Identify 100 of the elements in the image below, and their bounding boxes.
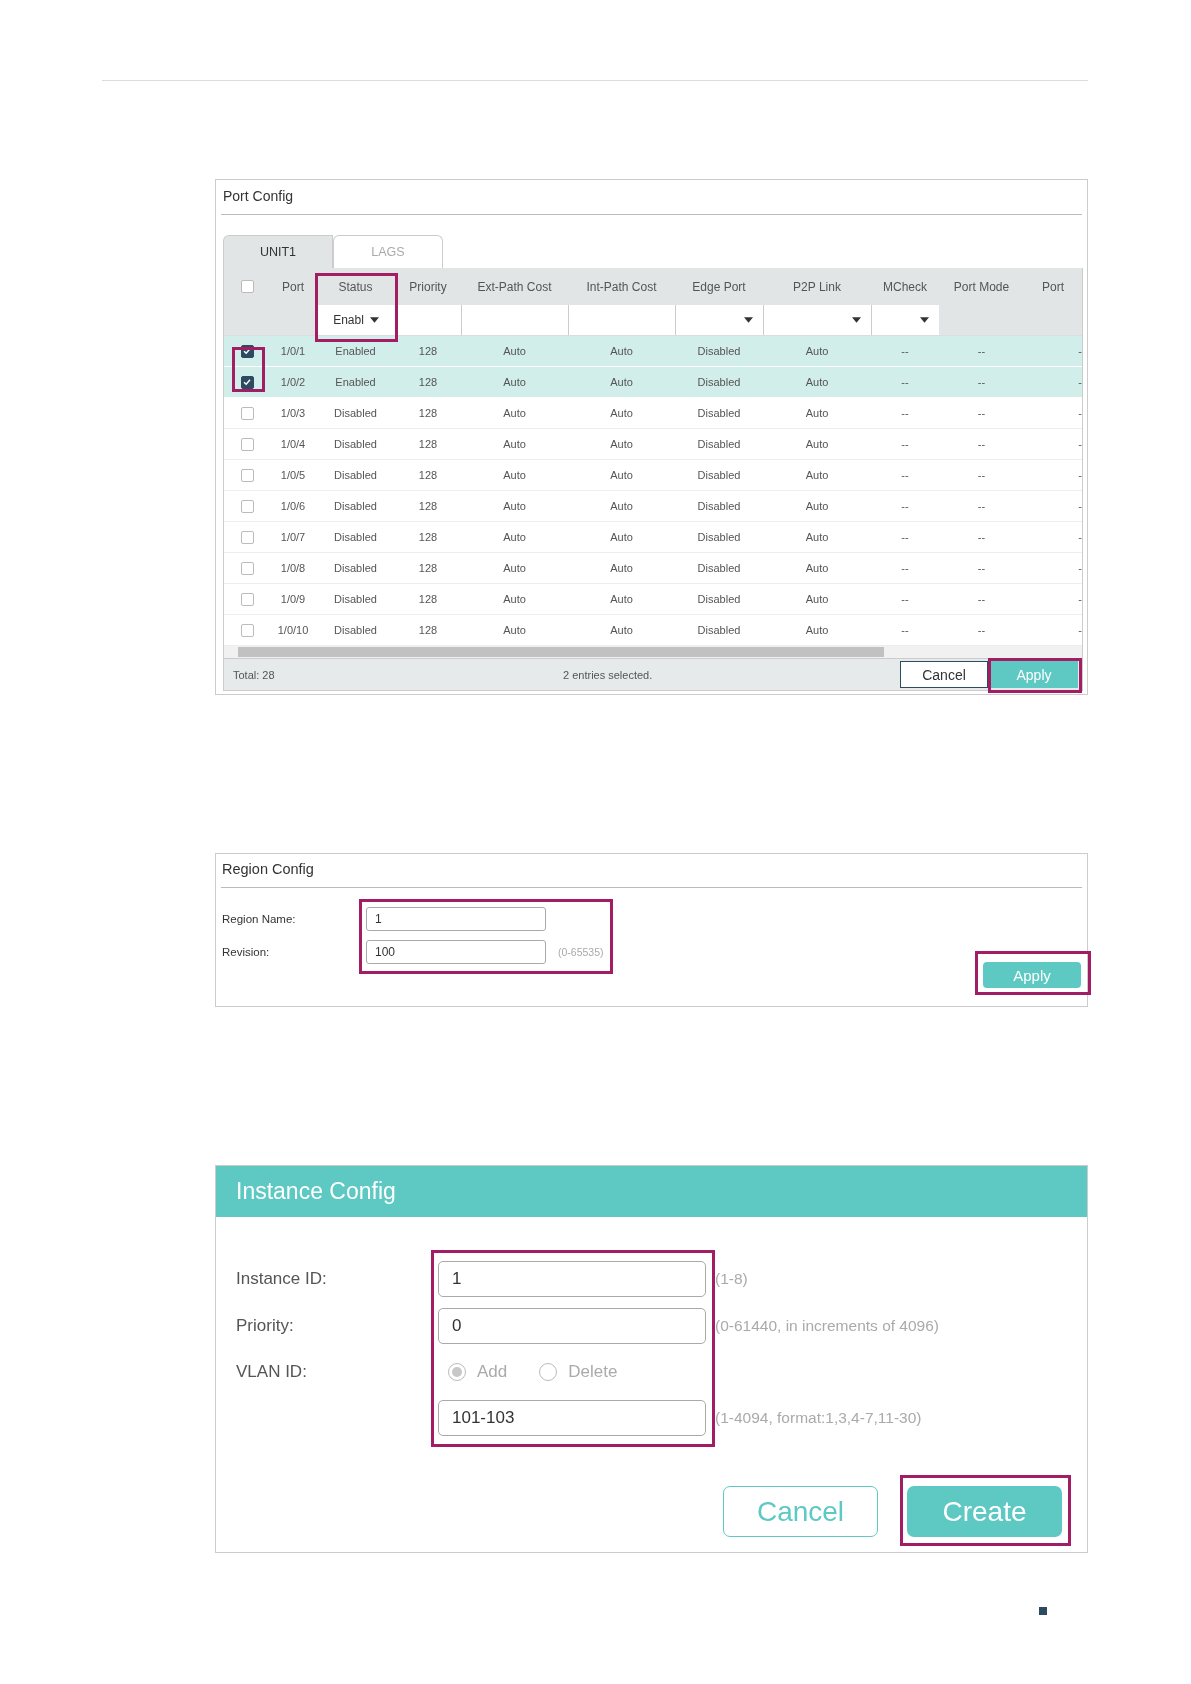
table-cell: 128 bbox=[418, 500, 438, 512]
range-hint: (0-65535) bbox=[558, 946, 604, 958]
table-cell: -- bbox=[977, 438, 986, 450]
tab[interactable]: UNIT1 bbox=[223, 235, 333, 268]
table-cell: Disabled bbox=[334, 469, 377, 481]
table-cell: Auto bbox=[805, 624, 829, 636]
column-header: Port Mode bbox=[952, 278, 1011, 296]
table-cell: Auto bbox=[610, 469, 633, 481]
table-cell: Auto bbox=[503, 531, 526, 543]
table-cell: Auto bbox=[503, 469, 526, 481]
table-cell: 1/0/2 bbox=[280, 376, 306, 388]
table-cell: Auto bbox=[610, 593, 633, 605]
table-cell: -- bbox=[901, 345, 909, 357]
table-cell: Disabled bbox=[334, 438, 377, 450]
column-header: Edge Port bbox=[691, 278, 747, 296]
table-cell: -- bbox=[977, 624, 986, 636]
total-count: Total: 28 bbox=[232, 668, 276, 681]
table-cell: 1/0/4 bbox=[280, 438, 306, 450]
table-cell: Enabled bbox=[335, 376, 376, 388]
table-cell: 1/0/9 bbox=[280, 593, 306, 605]
column-header: Status bbox=[337, 278, 374, 296]
table-cell: 128 bbox=[418, 624, 438, 636]
column-header: P2P Link bbox=[792, 278, 842, 296]
table-cell: - bbox=[1078, 624, 1082, 636]
table-cell: -- bbox=[977, 593, 986, 605]
table-cell: Auto bbox=[503, 438, 526, 450]
table-cell: 128 bbox=[418, 593, 438, 605]
table-cell: Disabled bbox=[697, 407, 741, 419]
table-cell: Disabled bbox=[697, 469, 741, 481]
table-cell: Auto bbox=[805, 376, 829, 388]
table-cell: Disabled bbox=[697, 531, 741, 543]
table-cell: Auto bbox=[503, 345, 526, 357]
column-header: Priority bbox=[408, 278, 448, 296]
selected-row[interactable]: 1/0/1 Enabled 128 Auto Auto Disabled Auto -- -- - bbox=[224, 336, 1082, 367]
table-cell: 128 bbox=[418, 562, 438, 574]
table-cell: Auto bbox=[503, 407, 526, 419]
table-cell: Disabled bbox=[334, 407, 377, 419]
table-cell: Auto bbox=[503, 500, 526, 512]
table-cell: Auto bbox=[610, 531, 633, 543]
table-cell: Auto bbox=[805, 438, 829, 450]
range-hint: (1-8) bbox=[715, 1270, 748, 1288]
table-cell: Auto bbox=[610, 345, 633, 357]
cancel-button[interactable]: Cancel bbox=[900, 661, 988, 688]
input-field[interactable]: 100 bbox=[366, 940, 546, 964]
radio-label: Add bbox=[477, 1362, 508, 1382]
table-cell: 1/0/7 bbox=[280, 531, 306, 543]
table-cell: Auto bbox=[503, 593, 526, 605]
selected-row[interactable]: 1/0/2 Enabled 128 Auto Auto Disabled Auto -- -- - bbox=[224, 367, 1082, 398]
table-cell: 128 bbox=[418, 407, 438, 419]
table-cell: Disabled bbox=[697, 593, 741, 605]
table-cell: Disabled bbox=[334, 531, 377, 543]
panel-title: Region Config bbox=[221, 854, 1082, 888]
filter-dropdown[interactable]: Enabl bbox=[316, 305, 395, 335]
table-cell: Auto bbox=[610, 624, 633, 636]
table-cell: - bbox=[1078, 562, 1082, 574]
table-cell: 1/0/8 bbox=[280, 562, 306, 574]
table-cell: -- bbox=[977, 345, 986, 357]
input-field[interactable]: 1 bbox=[366, 907, 546, 931]
input-field[interactable]: 0 bbox=[438, 1308, 706, 1344]
table-cell: Disabled bbox=[697, 376, 741, 388]
field-label: Priority: bbox=[235, 1316, 295, 1336]
table-cell: Auto bbox=[610, 407, 633, 419]
selection-note: 2 entries selected. bbox=[563, 668, 653, 681]
table-cell: 128 bbox=[418, 531, 438, 543]
field-label: VLAN ID: bbox=[235, 1362, 308, 1382]
table-cell: -- bbox=[977, 562, 986, 574]
table-cell: Auto bbox=[503, 376, 526, 388]
table-cell: - bbox=[1078, 407, 1082, 419]
table-cell: -- bbox=[977, 407, 986, 419]
table-cell: - bbox=[1078, 593, 1082, 605]
radio-label: Delete bbox=[568, 1362, 618, 1382]
table-cell: 128 bbox=[418, 376, 438, 388]
table-cell: 1/0/5 bbox=[280, 469, 306, 481]
table-cell: -- bbox=[977, 469, 986, 481]
input-field[interactable]: 101-103 bbox=[438, 1400, 706, 1436]
table-cell: 128 bbox=[418, 469, 438, 481]
table-cell: -- bbox=[977, 531, 986, 543]
panel-title: Instance Config bbox=[236, 1178, 396, 1205]
table-cell: - bbox=[1078, 500, 1082, 512]
table-cell: 1/0/3 bbox=[280, 407, 306, 419]
range-hint: (0-61440, in increments of 4096) bbox=[715, 1317, 940, 1335]
table-cell: -- bbox=[901, 562, 909, 574]
table-cell: Auto bbox=[503, 624, 526, 636]
table-cell: - bbox=[1078, 531, 1082, 543]
column-header: MCheck bbox=[882, 278, 928, 296]
field-label: Region Name: bbox=[221, 913, 297, 925]
table-cell: 1/0/6 bbox=[280, 500, 306, 512]
table-cell: Auto bbox=[610, 376, 633, 388]
table-cell: Disabled bbox=[697, 438, 741, 450]
table-cell: Disabled bbox=[334, 500, 377, 512]
input-field[interactable]: 1 bbox=[438, 1261, 706, 1297]
table-cell: Auto bbox=[805, 469, 829, 481]
table-cell: Auto bbox=[805, 593, 829, 605]
table-cell: -- bbox=[901, 593, 909, 605]
table-cell: Auto bbox=[610, 438, 633, 450]
table-cell: -- bbox=[901, 500, 909, 512]
table-cell: -- bbox=[901, 469, 909, 481]
table-cell: - bbox=[1078, 376, 1082, 388]
table-cell: Auto bbox=[805, 345, 829, 357]
panel-title: Port Config bbox=[221, 180, 1082, 215]
